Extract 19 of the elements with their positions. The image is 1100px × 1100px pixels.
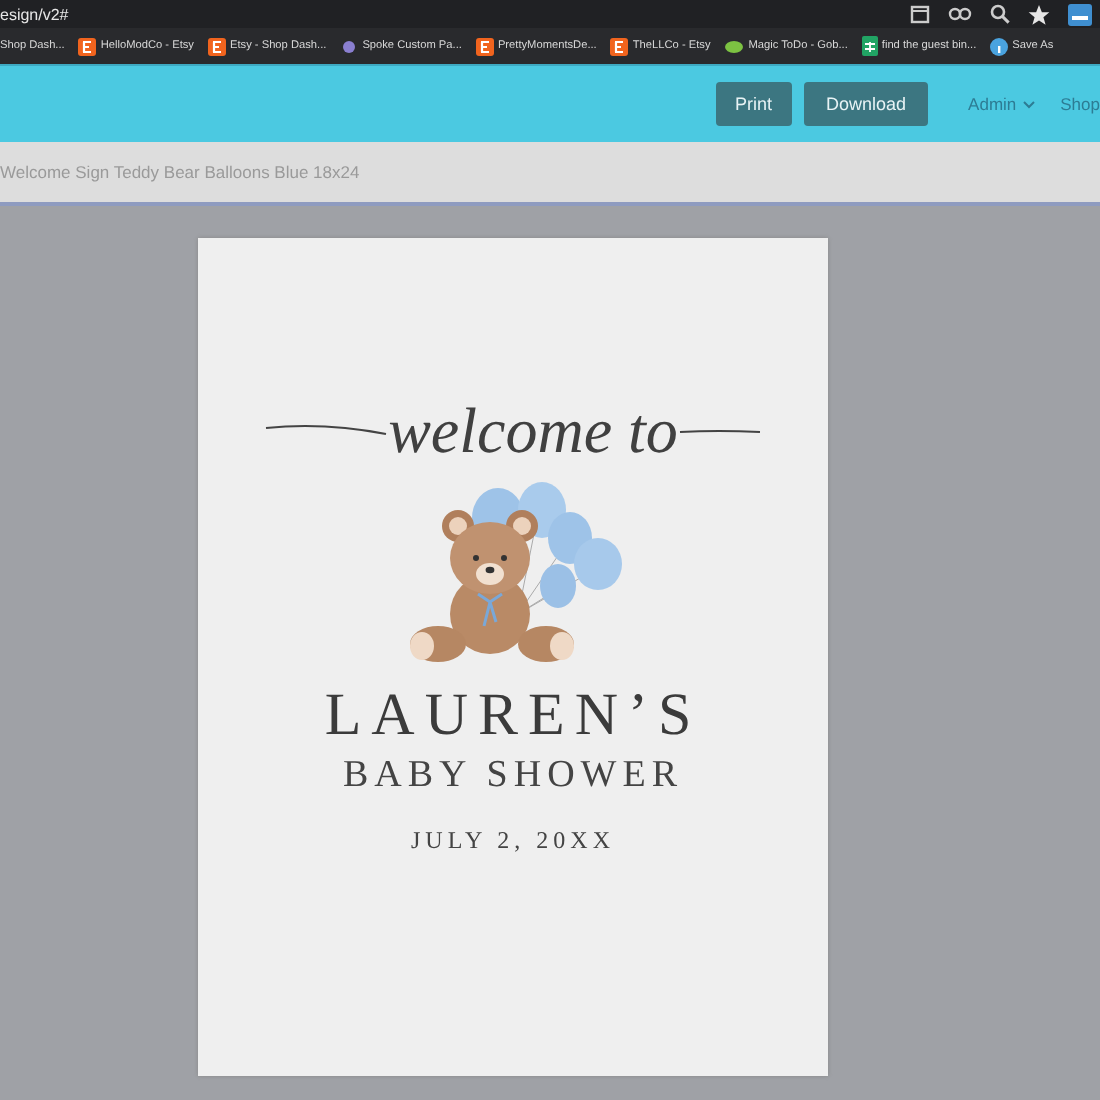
header-button[interactable]: Download	[804, 82, 929, 126]
letter-e-icon	[207, 37, 226, 55]
letter-e-icon	[475, 37, 494, 55]
design-title: Welcome Sign Teddy Bear Balloons Blue 18x24	[0, 162, 360, 182]
letter-e-icon	[78, 37, 97, 55]
header-button[interactable]: Print	[715, 82, 793, 126]
welcome-script-text: welcome to	[388, 398, 678, 462]
letter-e-icon	[610, 37, 629, 55]
extension-icon[interactable]	[1068, 3, 1092, 25]
leaf-icon	[724, 39, 745, 53]
event-title: BABY SHOWER	[342, 754, 684, 798]
address-bar-url[interactable]: esign/v2#	[0, 5, 69, 23]
swash-line	[264, 422, 389, 438]
spreadsheet-icon	[861, 36, 878, 56]
zoom-icon[interactable]	[990, 4, 1010, 24]
honoree-name: LAUREN’S	[324, 682, 702, 750]
event-date: JULY 2, 20XX	[410, 826, 616, 856]
star-icon[interactable]	[1028, 3, 1050, 25]
info-icon	[990, 37, 1009, 55]
